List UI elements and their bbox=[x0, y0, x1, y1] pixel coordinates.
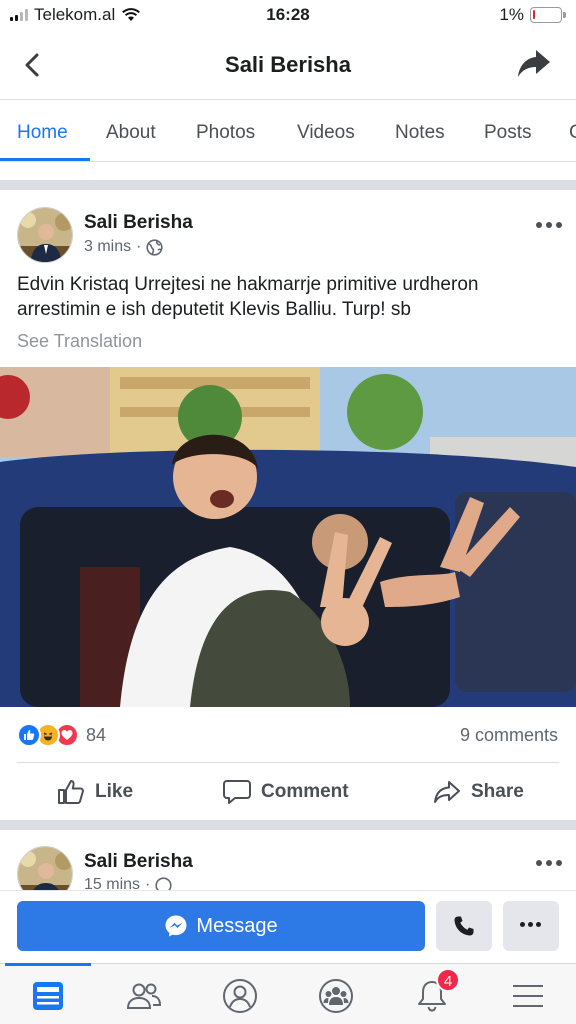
reaction-count: 84 bbox=[86, 724, 107, 745]
battery-icon bbox=[530, 7, 566, 23]
post-author[interactable]: Sali Berisha bbox=[84, 851, 193, 873]
reactions-summary[interactable]: 84 bbox=[17, 723, 106, 747]
post-options-icon[interactable] bbox=[536, 222, 564, 230]
battery-percent: 1% bbox=[499, 5, 524, 24]
like-reaction-icon bbox=[17, 723, 41, 747]
comment-label: Comment bbox=[261, 781, 349, 802]
tab-overflow[interactable]: C bbox=[569, 122, 576, 144]
friends-icon[interactable] bbox=[124, 976, 164, 1016]
more-dots-icon bbox=[520, 922, 542, 930]
bottom-nav bbox=[0, 963, 576, 1024]
tab-videos[interactable]: Videos bbox=[297, 122, 355, 144]
messenger-icon bbox=[165, 915, 187, 937]
post-options-icon[interactable] bbox=[536, 860, 564, 868]
see-translation-link[interactable]: See Translation bbox=[17, 331, 142, 352]
avatar[interactable] bbox=[17, 207, 73, 263]
notifications-badge: 4 bbox=[436, 968, 460, 992]
more-options-button[interactable] bbox=[503, 901, 559, 951]
tab-photos[interactable]: Photos bbox=[196, 122, 255, 144]
page-title: Sali Berisha bbox=[225, 52, 351, 77]
groups-icon[interactable] bbox=[316, 976, 356, 1016]
share-arrow-icon[interactable] bbox=[516, 46, 552, 82]
post-time[interactable]: 3 mins bbox=[84, 238, 131, 256]
clock: 16:28 bbox=[266, 5, 310, 24]
phone-icon bbox=[454, 916, 474, 936]
status-right: 1% bbox=[499, 5, 566, 25]
comment-button[interactable]: Comment bbox=[223, 779, 349, 805]
like-label: Like bbox=[95, 781, 134, 802]
meta-dot: · bbox=[136, 238, 142, 255]
section-divider bbox=[0, 180, 576, 190]
page-tabs: Home About Photos Videos Notes Posts C bbox=[0, 100, 576, 162]
share-label: Share bbox=[471, 781, 524, 802]
tab-home[interactable]: Home bbox=[17, 122, 68, 144]
call-button[interactable] bbox=[436, 901, 492, 951]
post-photo[interactable] bbox=[0, 367, 576, 707]
status-bar: Telekom.al 16:28 1% bbox=[0, 0, 576, 32]
post-text: Edvin Kristaq Urrejtesi ne hakmarrje pri… bbox=[17, 274, 479, 320]
like-button[interactable]: Like bbox=[57, 779, 133, 805]
globe-icon bbox=[146, 238, 164, 256]
post-meta: 3 mins · bbox=[84, 238, 164, 256]
tab-posts[interactable]: Posts bbox=[484, 122, 532, 144]
tab-active-indicator bbox=[0, 158, 90, 161]
message-label: Message bbox=[196, 914, 278, 937]
share-arrow-icon bbox=[434, 781, 460, 803]
comments-count[interactable]: 9 comments bbox=[460, 725, 558, 746]
menu-hamburger-icon[interactable] bbox=[508, 976, 548, 1016]
page-header: Sali Berisha bbox=[0, 32, 576, 100]
profile-icon[interactable] bbox=[220, 976, 260, 1016]
tab-notes[interactable]: Notes bbox=[395, 122, 445, 144]
comment-bubble-icon bbox=[223, 780, 251, 804]
thumbs-up-icon bbox=[58, 780, 84, 804]
post-author[interactable]: Sali Berisha bbox=[84, 212, 193, 234]
post-actions: Like Comment Share bbox=[17, 762, 559, 820]
message-button[interactable]: Message bbox=[17, 901, 425, 951]
tab-about[interactable]: About bbox=[106, 122, 156, 144]
page-action-bar: Message bbox=[0, 890, 576, 964]
section-divider bbox=[0, 820, 576, 830]
bottom-nav-active-indicator bbox=[5, 963, 91, 966]
share-button[interactable]: Share bbox=[433, 779, 524, 805]
news-feed-icon[interactable] bbox=[28, 976, 68, 1016]
